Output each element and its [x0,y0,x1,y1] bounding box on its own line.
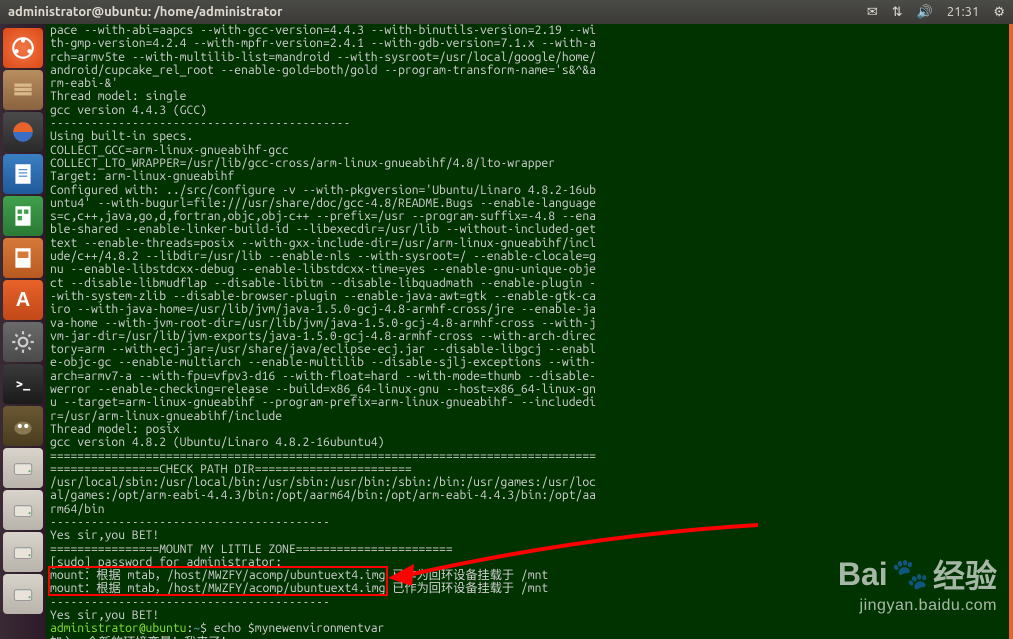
mail-icon[interactable]: ✉ [867,5,878,20]
launcher-settings[interactable] [3,322,43,362]
clock[interactable]: 21:31 [947,5,980,19]
launcher-gimp[interactable] [3,406,43,446]
network-icon[interactable]: ⇅ [892,5,903,20]
window-title: administrator@ubuntu: /home/administrato… [8,5,867,19]
sound-icon[interactable]: 🔊 [917,5,933,20]
command-output: 加入一个新的环境变量！我来了！ [50,636,233,639]
terminal-window[interactable]: pace --with-abi=aapcs --with-gcc-version… [46,24,1013,639]
launcher-writer[interactable] [3,154,43,194]
launcher-disk-2[interactable] [3,490,43,530]
command-text: echo $mynewenvironmentvar [214,622,385,635]
launcher-files[interactable] [3,70,43,110]
terminal-output[interactable]: pace --with-abi=aapcs --with-gcc-version… [46,24,1013,639]
prompt-user: administrator@ubuntu [50,622,187,635]
top-menu-bar: administrator@ubuntu: /home/administrato… [0,0,1013,24]
launcher-firefox[interactable] [3,112,43,152]
prompt-path: ~ [193,622,200,635]
launcher-disk-4[interactable] [3,574,43,614]
unity-launcher: A >_ [0,24,46,639]
launcher-dash[interactable] [3,28,43,68]
gear-icon[interactable]: ⚙ [993,5,1005,20]
launcher-impress[interactable] [3,238,43,278]
system-indicators: ✉ ⇅ 🔊 21:31 ⚙ [867,5,1005,20]
launcher-terminal[interactable]: >_ [3,364,43,404]
launcher-software-center[interactable]: A [3,280,43,320]
terminal-scrollbar[interactable] [1009,24,1013,639]
launcher-disk-1[interactable] [3,448,43,488]
launcher-calc[interactable] [3,196,43,236]
launcher-disk-3[interactable] [3,532,43,572]
